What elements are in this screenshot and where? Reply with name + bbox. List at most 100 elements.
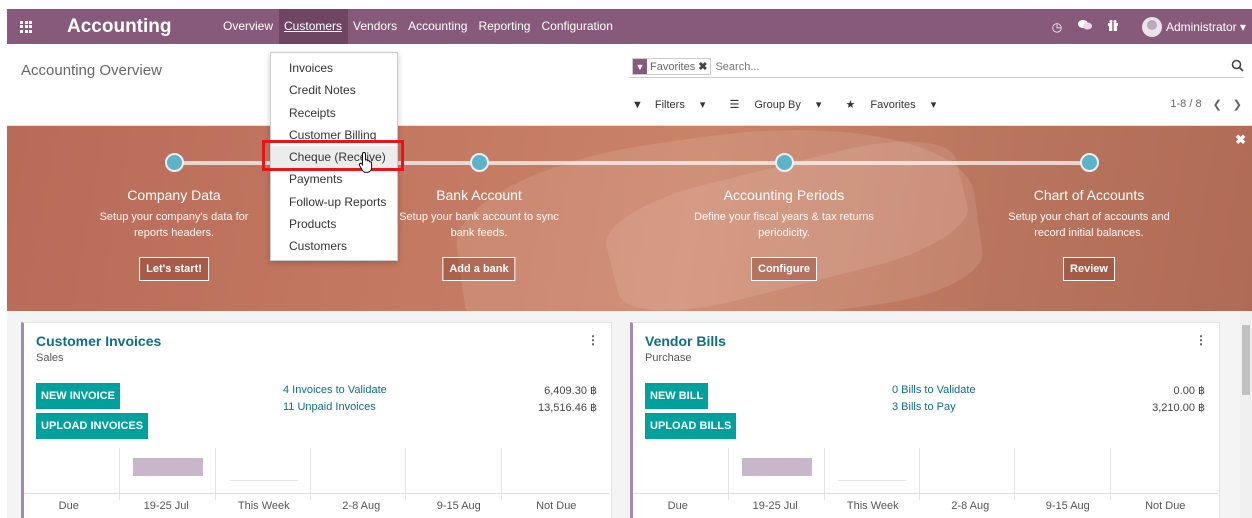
menu-item-receipts[interactable]: Receipts [271, 102, 397, 124]
bills-to-pay-link[interactable]: 3 Bills to Pay [892, 401, 956, 413]
chart-tick-label: 19-25 Jul [752, 500, 798, 512]
scrollbar-thumb[interactable] [1242, 325, 1250, 395]
configure-button[interactable]: Configure [751, 257, 817, 281]
systray: ◷ Administrator ▾ [1046, 9, 1252, 44]
chart-tick-label: 9-15 Aug [436, 500, 481, 512]
step-description: Setup your chart of accounts and record … [1008, 211, 1170, 239]
chart-bar[interactable] [324, 480, 393, 481]
highlight-box [262, 140, 404, 171]
menu-item-customers[interactable]: Customers [271, 235, 397, 257]
chart-bar[interactable] [647, 480, 716, 481]
filters-button[interactable]: ▼ Filters ▾ [632, 98, 717, 111]
lets-start-button[interactable]: Let's start! [139, 257, 209, 281]
step-description: Define your fiscal years & tax returns p… [694, 211, 874, 239]
card-title[interactable]: Vendor Bills [645, 333, 726, 349]
caret-down-icon: ▾ [1239, 19, 1246, 34]
caret-down-icon: ▾ [930, 99, 937, 111]
chart-bar[interactable] [1028, 480, 1097, 481]
chevron-right-icon[interactable]: ❯ [1233, 98, 1242, 111]
filters-label: Filters [654, 99, 685, 111]
search-bar: ▼ Favorites ✖ [629, 56, 1244, 78]
caret-down-icon: ▾ [699, 99, 706, 111]
chart-bar[interactable] [837, 480, 907, 481]
favorites-button[interactable]: ★ Favorites ▾ [845, 98, 948, 111]
upload-bills-button[interactable]: UPLOAD BILLS [645, 413, 737, 439]
new-invoice-button[interactable]: NEW INVOICE [36, 383, 120, 409]
remove-facet-icon[interactable]: ✖ [698, 60, 710, 73]
gift-icon[interactable] [1102, 19, 1124, 34]
groupby-button[interactable]: ☰ Group By ▾ [729, 98, 833, 111]
apps-menu-icon[interactable] [7, 9, 45, 44]
more-options-icon[interactable]: ⋮ [587, 333, 599, 347]
search-icon[interactable] [1231, 59, 1244, 75]
chat-icon[interactable] [1074, 19, 1096, 34]
chart-tick-label: Not Due [1145, 500, 1186, 512]
chart-bar[interactable] [742, 458, 812, 476]
facet-value: Favorites [650, 60, 696, 73]
upload-invoices-button[interactable]: UPLOAD INVOICES [36, 413, 149, 439]
onboarding-banner: ✖ Company Data Setup your company's data… [7, 126, 1252, 311]
clock-icon[interactable]: ◷ [1046, 20, 1068, 34]
chart-x-axis: Due 19-25 Jul This Week 2-8 Aug 9-15 Aug Not … [633, 493, 1218, 518]
unpaid-invoices-link[interactable]: 11 Unpaid Invoices [283, 401, 376, 413]
menu-item-follow-up-reports[interactable]: Follow-up Reports [271, 191, 397, 213]
app-window: Accounting Overview Customers Vendors Ac… [7, 9, 1252, 518]
step-dot [1080, 153, 1099, 172]
menu-item-products[interactable]: Products [271, 213, 397, 235]
menu-accounting[interactable]: Accounting [403, 9, 473, 44]
search-options: ▼ Filters ▾ ☰ Group By ▾ ★ Favorites ▾ [632, 98, 960, 111]
chart-bar[interactable] [1124, 480, 1193, 481]
pager-value[interactable]: 1-8 / 8 [1170, 98, 1201, 111]
chart-bar[interactable] [515, 480, 584, 481]
chevron-left-icon[interactable]: ❮ [1213, 98, 1222, 111]
review-button[interactable]: Review [1063, 257, 1115, 281]
search-input[interactable] [715, 60, 1116, 73]
menu-customers[interactable]: Customers [278, 9, 348, 44]
chart-tick-label: 9-15 Aug [1045, 500, 1090, 512]
user-avatar[interactable] [1141, 16, 1162, 37]
favorites-label: Favorites [870, 99, 916, 111]
menu-item-credit-notes[interactable]: Credit Notes [271, 79, 397, 101]
search-facet: ▼ Favorites ✖ [632, 58, 712, 75]
menu-vendors[interactable]: Vendors [348, 9, 403, 44]
chart-tick-label: 19-25 Jul [143, 500, 189, 512]
invoices-to-validate-link[interactable]: 4 Invoices to Validate [283, 384, 387, 396]
chart-bar[interactable] [419, 480, 488, 481]
chart-tick-label: Due [667, 500, 688, 512]
menu-configuration[interactable]: Configuration [536, 9, 618, 44]
menu-item-payments[interactable]: Payments [271, 168, 397, 190]
bills-to-validate-link[interactable]: 0 Bills to Validate [892, 384, 976, 396]
more-options-icon[interactable]: ⋮ [1195, 333, 1207, 347]
chart-tick-label: Due [58, 500, 79, 512]
filter-icon: ▼ [632, 99, 643, 111]
main-menu: Overview Customers Vendors Accounting Re… [218, 9, 619, 44]
menu-reporting[interactable]: Reporting [473, 9, 536, 44]
step-title: Bank Account [436, 187, 522, 203]
step-title: Accounting Periods [723, 187, 845, 203]
menu-item-invoices[interactable]: Invoices [271, 57, 397, 79]
journal-card-vendor-bills: Vendor Bills Purchase ⋮ NEW BILL UPLOAD … [630, 322, 1220, 518]
chart-bar[interactable] [133, 458, 203, 476]
hand-cursor-icon [358, 151, 376, 176]
card-subtitle: Purchase [645, 352, 692, 364]
control-panel: Accounting Overview ▼ Favorites ✖ ▼ Filte… [7, 44, 1252, 126]
add-bank-button[interactable]: Add a bank [442, 257, 516, 281]
chart-tick-label: This Week [846, 500, 899, 512]
page-scrollbar[interactable] [1240, 311, 1252, 518]
top-navbar: Accounting Overview Customers Vendors Ac… [7, 9, 1252, 44]
chart-bar[interactable] [228, 480, 298, 481]
user-menu[interactable]: Administrator ▾ [1166, 20, 1246, 34]
breadcrumb: Accounting Overview [21, 62, 162, 79]
journal-dashboard: Customer Invoices Sales ⋮ NEW INVOICE UP… [7, 311, 1252, 518]
new-bill-button[interactable]: NEW BILL [645, 383, 709, 409]
amount-to-validate: 6,409.30 ฿ [544, 385, 597, 397]
menu-overview[interactable]: Overview [218, 9, 279, 44]
user-name: Administrator [1165, 19, 1237, 34]
close-icon[interactable]: ✖ [1235, 132, 1246, 148]
chart-bar[interactable] [933, 480, 1002, 481]
card-title[interactable]: Customer Invoices [36, 333, 161, 349]
app-title[interactable]: Accounting [67, 16, 172, 38]
chart-bar[interactable] [38, 480, 107, 481]
filter-icon: ▼ [633, 59, 647, 74]
step-dot [165, 153, 184, 172]
